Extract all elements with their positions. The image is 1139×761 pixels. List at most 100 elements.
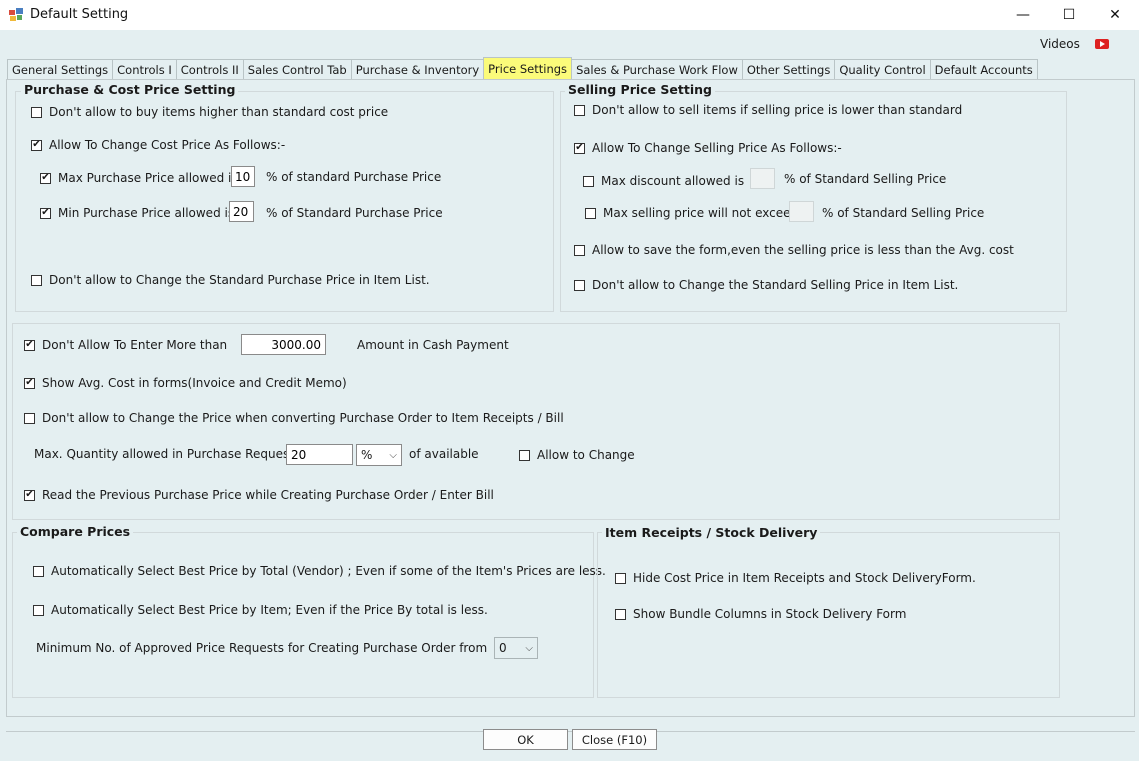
ok-button[interactable]: OK — [483, 729, 568, 750]
checkbox-box[interactable] — [33, 604, 44, 616]
tab-other-settings[interactable]: Other Settings — [741, 59, 836, 80]
title-bar: Default Setting — ☐ ✕ — [0, 0, 1139, 30]
auto-best-total-checkbox[interactable]: Automatically Select Best Price by Total… — [33, 564, 606, 578]
max-qty-unit-select[interactable]: % ⌵ — [356, 444, 402, 466]
max-qty-input[interactable] — [286, 444, 353, 465]
max-discount-label: Max discount allowed is — [601, 174, 745, 188]
close-button[interactable]: Close (F10) — [572, 729, 657, 750]
checkbox-box-checked[interactable]: ✔ — [40, 207, 51, 219]
no-change-std-purchase-checkbox[interactable]: Don't allow to Change the Standard Purch… — [31, 273, 430, 287]
checkbox-box[interactable] — [24, 412, 35, 424]
allow-change-selling-label: Allow To Change Selling Price As Follows… — [592, 141, 842, 155]
no-buy-higher-label: Don't allow to buy items higher than sta… — [49, 105, 389, 119]
selling-price-title: Selling Price Setting — [565, 82, 715, 97]
min-requests-value: 0 — [499, 641, 507, 655]
allow-change-cost-checkbox[interactable]: ✔ Allow To Change Cost Price As Follows:… — [31, 138, 285, 152]
max-qty-label: Max. Quantity allowed in Purchase Reques… — [34, 447, 294, 461]
compare-prices-title: Compare Prices — [17, 524, 134, 539]
max-discount-input[interactable] — [750, 168, 775, 189]
window-title: Default Setting — [30, 7, 129, 22]
no-sell-lower-label: Don't allow to sell items if selling pri… — [592, 103, 963, 117]
maximize-icon: ☐ — [1062, 7, 1076, 23]
close-icon: ✕ — [1109, 7, 1121, 23]
max-selling-checkbox[interactable]: Max selling price will not exceed — [585, 206, 798, 220]
cash-limit-checkbox[interactable]: ✔ Don't Allow To Enter More than — [24, 338, 227, 352]
tab-sales-purchase-workflow[interactable]: Sales & Purchase Work Flow — [571, 59, 743, 80]
max-discount-checkbox[interactable]: Max discount allowed is — [583, 174, 744, 188]
minimize-button[interactable]: — — [1000, 0, 1046, 30]
cash-limit-label: Don't Allow To Enter More than — [42, 338, 228, 352]
checkbox-box-checked[interactable]: ✔ — [574, 142, 585, 154]
no-buy-higher-checkbox[interactable]: Don't allow to buy items higher than sta… — [31, 105, 388, 119]
tab-sales-control[interactable]: Sales Control Tab — [242, 59, 352, 80]
tab-default-accounts[interactable]: Default Accounts — [929, 59, 1038, 80]
no-change-std-selling-checkbox[interactable]: Don't allow to Change the Standard Selli… — [574, 278, 958, 292]
close-window-button[interactable]: ✕ — [1092, 0, 1138, 30]
show-bundle-checkbox[interactable]: Show Bundle Columns in Stock Delivery Fo… — [615, 607, 906, 621]
checkbox-box-checked[interactable]: ✔ — [24, 489, 35, 501]
purchase-cost-title: Purchase & Cost Price Setting — [21, 82, 239, 97]
allow-to-change-checkbox[interactable]: Allow to Change — [519, 448, 635, 462]
max-selling-suffix: % of Standard Selling Price — [822, 206, 985, 220]
min-purchase-input[interactable] — [229, 201, 254, 222]
cash-limit-input[interactable] — [241, 334, 326, 355]
min-purchase-checkbox[interactable]: ✔ Min Purchase Price allowed is — [40, 206, 234, 220]
hide-cost-label: Hide Cost Price in Item Receipts and Sto… — [633, 571, 976, 585]
max-purchase-label: Max Purchase Price allowed is — [58, 171, 238, 185]
no-change-std-purchase-label: Don't allow to Change the Standard Purch… — [49, 273, 430, 287]
tab-quality-control[interactable]: Quality Control — [834, 59, 931, 80]
no-change-po-price-checkbox[interactable]: Don't allow to Change the Price when con… — [24, 411, 564, 425]
min-requests-select[interactable]: 0 ⌵ — [494, 637, 538, 659]
read-prev-price-label: Read the Previous Purchase Price while C… — [42, 488, 494, 502]
allow-change-selling-checkbox[interactable]: ✔ Allow To Change Selling Price As Follo… — [574, 141, 842, 155]
read-prev-price-checkbox[interactable]: ✔ Read the Previous Purchase Price while… — [24, 488, 494, 502]
checkbox-box[interactable] — [519, 449, 530, 461]
tab-price-settings[interactable]: Price Settings — [483, 57, 573, 80]
hide-cost-checkbox[interactable]: Hide Cost Price in Item Receipts and Sto… — [615, 571, 976, 585]
max-selling-input[interactable] — [789, 201, 814, 222]
tab-controls-1[interactable]: Controls I — [112, 59, 177, 80]
allow-to-change-label: Allow to Change — [537, 448, 635, 462]
checkbox-box[interactable] — [615, 572, 626, 584]
checkbox-box-checked[interactable]: ✔ — [31, 139, 42, 151]
checkbox-box[interactable] — [574, 279, 585, 291]
checkbox-box-checked[interactable]: ✔ — [24, 377, 35, 389]
checkbox-box[interactable] — [31, 106, 42, 118]
checkbox-box[interactable] — [583, 175, 594, 187]
no-change-po-price-label: Don't allow to Change the Price when con… — [42, 411, 564, 425]
auto-best-item-checkbox[interactable]: Automatically Select Best Price by Item;… — [33, 603, 488, 617]
minimize-icon: — — [1016, 7, 1030, 23]
max-selling-label: Max selling price will not exceed — [603, 206, 799, 220]
tab-controls-2[interactable]: Controls II — [175, 59, 244, 80]
checkbox-box[interactable] — [574, 104, 585, 116]
of-available-label: of available — [409, 447, 479, 461]
no-sell-lower-checkbox[interactable]: Don't allow to sell items if selling pri… — [574, 103, 962, 117]
allow-save-checkbox[interactable]: Allow to save the form,even the selling … — [574, 243, 1014, 257]
max-qty-unit-value: % — [361, 448, 373, 462]
videos-label[interactable]: Videos — [1040, 37, 1080, 51]
checkbox-box[interactable] — [585, 207, 596, 219]
app-icon — [9, 8, 23, 21]
checkbox-box-checked[interactable]: ✔ — [24, 339, 35, 351]
chevron-down-icon: ⌵ — [525, 642, 533, 654]
show-bundle-label: Show Bundle Columns in Stock Delivery Fo… — [633, 607, 907, 621]
settings-tabs: General Settings Controls I Controls II … — [7, 57, 1038, 80]
checkbox-box[interactable] — [33, 565, 44, 577]
tab-general-settings[interactable]: General Settings — [7, 59, 114, 80]
max-purchase-suffix: % of standard Purchase Price — [266, 170, 442, 184]
min-purchase-label: Min Purchase Price allowed is — [58, 206, 235, 220]
button-bar — [6, 731, 1135, 759]
checkbox-box[interactable] — [615, 608, 626, 620]
max-purchase-checkbox[interactable]: ✔ Max Purchase Price allowed is — [40, 171, 238, 185]
checkbox-box[interactable] — [31, 274, 42, 286]
checkbox-box-checked[interactable]: ✔ — [40, 172, 51, 184]
checkbox-box[interactable] — [574, 244, 585, 256]
maximize-button[interactable]: ☐ — [1046, 0, 1092, 30]
show-avg-cost-checkbox[interactable]: ✔ Show Avg. Cost in forms(Invoice and Cr… — [24, 376, 347, 390]
tab-purchase-inventory[interactable]: Purchase & Inventory — [350, 59, 485, 80]
cash-limit-suffix: Amount in Cash Payment — [357, 338, 509, 352]
no-change-std-selling-label: Don't allow to Change the Standard Selli… — [592, 278, 959, 292]
chevron-down-icon: ⌵ — [389, 449, 397, 461]
youtube-icon[interactable] — [1095, 39, 1109, 49]
max-purchase-input[interactable] — [231, 166, 255, 187]
